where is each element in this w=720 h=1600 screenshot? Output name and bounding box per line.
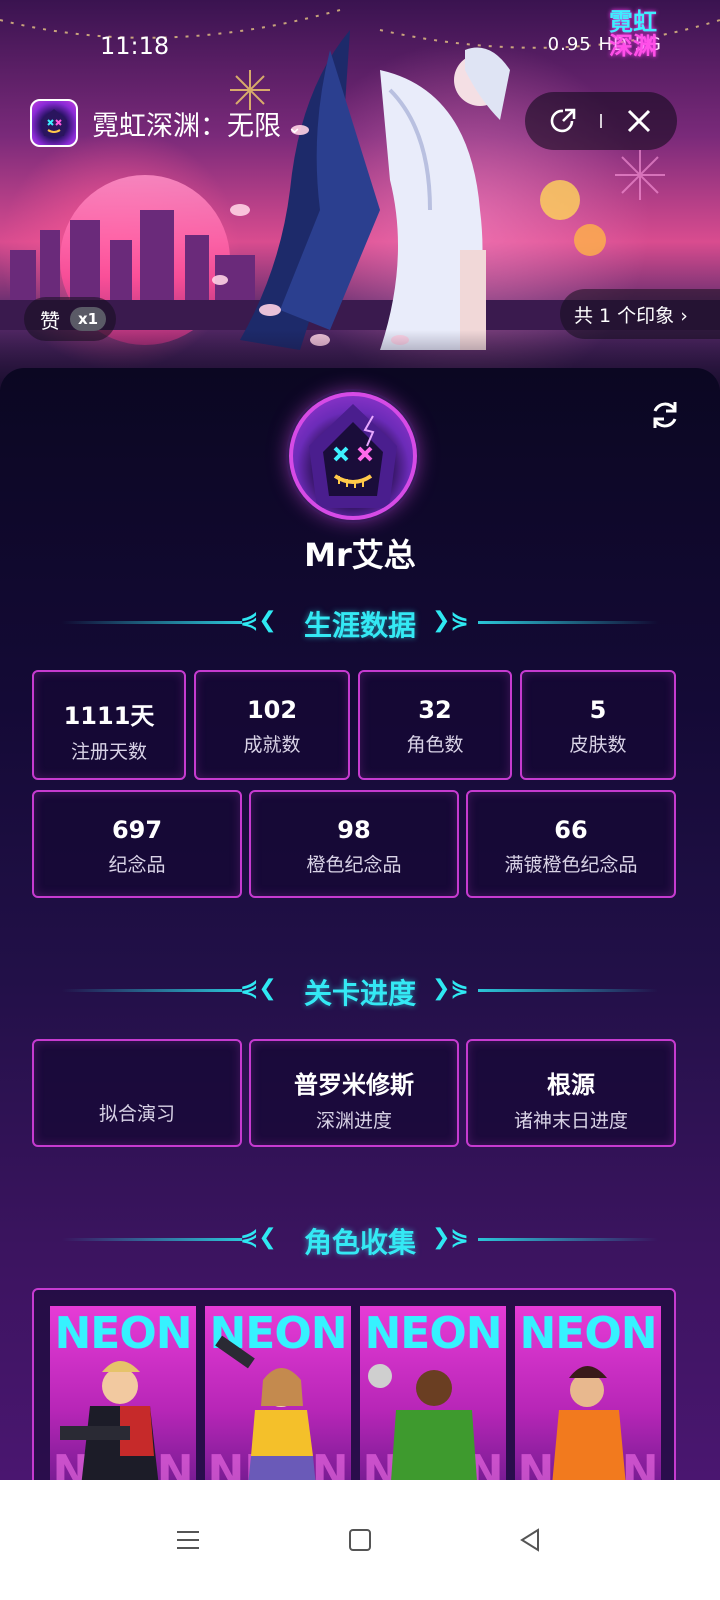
system-nav-bar bbox=[0, 1480, 720, 1600]
app-title[interactable]: 霓虹深渊：无限 ⌄ bbox=[92, 104, 302, 143]
stat-card-full-orange-souvenirs: 66 满镀橙色纪念品 bbox=[466, 790, 676, 898]
career-section-header: ⋞❮ 生涯数据 ❯⋟ bbox=[0, 602, 720, 642]
game-logo: 霓虹 深渊 bbox=[609, 8, 657, 60]
avatar[interactable] bbox=[289, 392, 417, 520]
progress-section-header: ⋞❮ 关卡进度 ❯⋟ bbox=[0, 970, 720, 1010]
progress-card-abyss: 普罗米修斯 深渊进度 bbox=[249, 1039, 459, 1147]
stat-card-orange-souvenirs: 98 橙色纪念品 bbox=[249, 790, 459, 898]
like-button[interactable]: 赞 x1 bbox=[24, 297, 117, 341]
close-icon[interactable] bbox=[619, 101, 659, 141]
role-card[interactable]: NEONNEON bbox=[50, 1306, 196, 1480]
share-icon[interactable] bbox=[543, 101, 583, 141]
stat-card-souvenirs: 697 纪念品 bbox=[32, 790, 242, 898]
like-label: 赞 bbox=[40, 308, 60, 333]
app-icon bbox=[30, 99, 78, 147]
role-card[interactable]: NEONNEON bbox=[515, 1306, 661, 1480]
roles-section-title: 角色收集 bbox=[303, 1226, 416, 1259]
mini-program-capsule bbox=[525, 92, 677, 150]
stat-card-characters: 32 角色数 bbox=[358, 670, 512, 780]
like-count: x1 bbox=[70, 307, 107, 331]
progress-card-simulation: 拟合演习 bbox=[32, 1039, 242, 1147]
progress-section-title: 关卡进度 bbox=[303, 977, 416, 1010]
username: Mr艾总 bbox=[304, 536, 416, 574]
chevron-down-icon[interactable]: ⌄ bbox=[287, 117, 302, 138]
home-icon[interactable] bbox=[338, 1518, 382, 1562]
role-collection-grid: NEONNEON NEONNEON NEONNEON NEONNEON bbox=[32, 1288, 676, 1480]
menu-icon[interactable] bbox=[166, 1518, 210, 1562]
stat-card-register-days: 1111天 注册天数 bbox=[32, 670, 186, 780]
profile-panel: Mr艾总 ⋞❮ 生涯数据 ❯⋟ 1111天 注册天数 102 成就数 32 角色数 5… bbox=[0, 368, 720, 1480]
app-title-bar[interactable]: 霓虹深渊：无限 ⌄ bbox=[30, 98, 302, 148]
stat-card-achievements: 102 成就数 bbox=[194, 670, 350, 780]
status-time: 11:18 bbox=[100, 32, 170, 60]
back-icon[interactable] bbox=[508, 1518, 552, 1562]
impressions-link[interactable]: 共 1 个印象 › bbox=[560, 289, 720, 339]
role-card[interactable]: NEONNEON bbox=[205, 1306, 351, 1480]
stat-card-skins: 5 皮肤数 bbox=[520, 670, 676, 780]
role-card[interactable]: NEONNEON bbox=[360, 1306, 506, 1480]
career-section-title: 生涯数据 bbox=[303, 609, 416, 642]
progress-card-ragnarok: 根源 诸神末日进度 bbox=[466, 1039, 676, 1147]
roles-section-header: ⋞❮ 角色收集 ❯⋟ bbox=[0, 1219, 720, 1259]
hero-banner: 11:18 0.95 HD 5G 霓虹 深渊 霓虹深渊：无限 ⌄ 赞 x1 共 … bbox=[0, 0, 720, 390]
refresh-icon[interactable] bbox=[648, 398, 682, 432]
